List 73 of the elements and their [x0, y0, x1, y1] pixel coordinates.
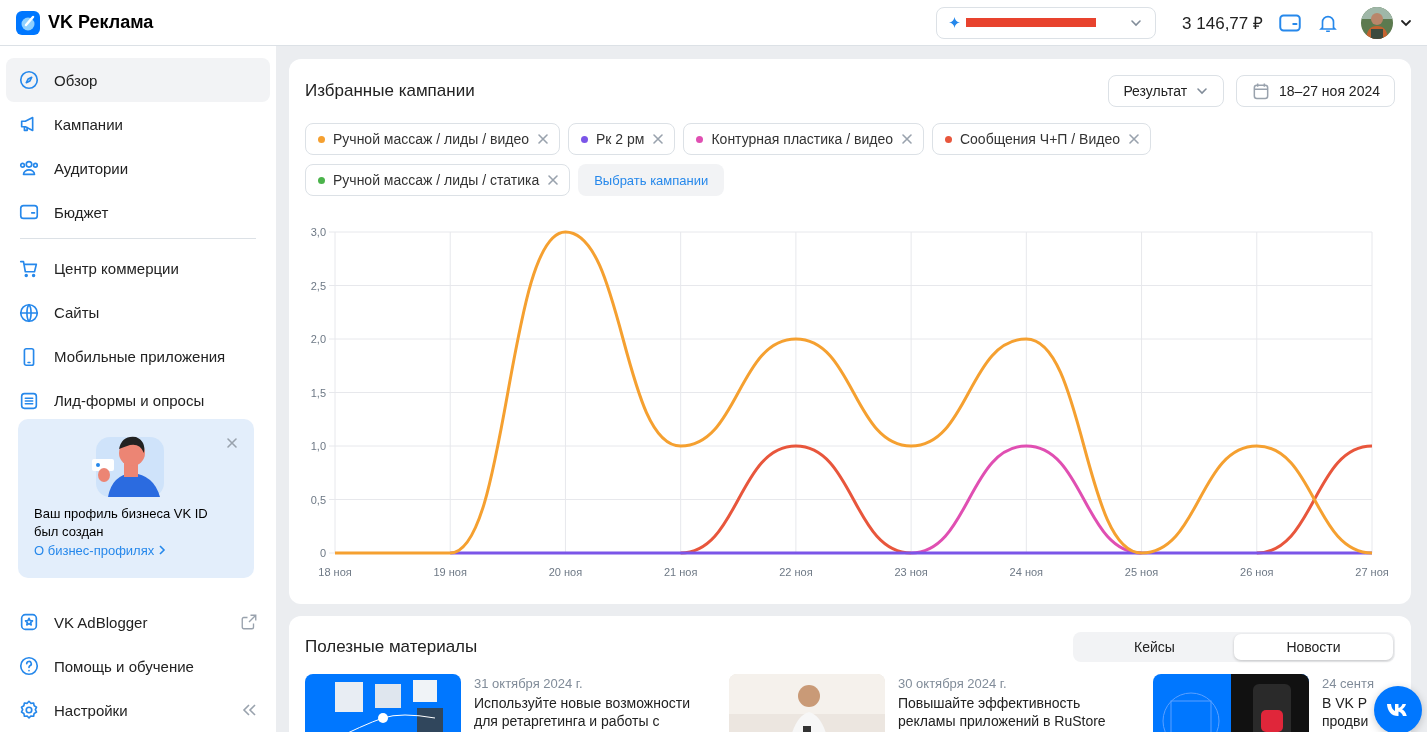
tab[interactable]: Кейсы [1075, 634, 1234, 660]
axis-label: 24 ноя [1009, 566, 1044, 578]
vk-logo-icon [1386, 702, 1410, 718]
chip-label: Сообщения Ч+П / Видео [959, 131, 1120, 147]
card-title: Избранные кампании [305, 81, 476, 101]
article-title[interactable]: Повышайте эффективность рекламы приложений в RuStore [898, 694, 1134, 730]
axis-label: 0,5 [310, 493, 326, 506]
nav-item[interactable]: Обзор [6, 58, 270, 102]
nav-item[interactable]: Настройки [6, 688, 270, 732]
star-badge-icon [18, 611, 40, 633]
campaign-chip[interactable]: Ручной массаж / лиды / видео [305, 123, 560, 155]
nav-item[interactable]: Кампании [6, 102, 270, 146]
campaign-chip[interactable]: Ручной массаж / лиды / статика [305, 164, 571, 196]
nav-item[interactable]: Бюджет [6, 190, 270, 234]
nav-item[interactable]: Аудитории [6, 146, 270, 190]
axis-label: 3,0 [310, 226, 326, 238]
date-range-button[interactable]: 18–27 ноя 2024 [1236, 75, 1395, 107]
chevron-icon [158, 545, 167, 556]
nav-item[interactable]: Сайты [6, 291, 270, 335]
account-selector[interactable] [936, 6, 1157, 39]
axis-label: 19 ноя [433, 566, 467, 578]
nav-item[interactable]: Помощь и обучение [6, 644, 270, 688]
axis-label: 23 ноя [894, 566, 928, 578]
axis-label: 2,5 [310, 279, 326, 292]
axis-label: 1,0 [310, 440, 326, 452]
remove-icon[interactable] [537, 133, 549, 145]
axis-label: 20 ноя [548, 566, 583, 578]
campaign-chip[interactable]: Контурная пластика / видео [683, 123, 924, 155]
chat-button[interactable] [1374, 686, 1422, 732]
promo-text: Ваш профиль бизнеса VK ID был создан [34, 505, 209, 541]
axis-label: 22 ноя [779, 566, 813, 578]
remove-icon[interactable] [900, 133, 913, 145]
compass-icon [18, 69, 40, 91]
axis-label: 1,5 [310, 386, 326, 399]
external-link-icon[interactable] [240, 613, 258, 631]
article-title[interactable]: В VK Р продви [1322, 694, 1378, 730]
chip-label: Ручной массаж / лиды / статика [333, 172, 540, 188]
nav-item[interactable]: Мобильные приложения [6, 335, 270, 379]
axis-label: 25 ноя [1124, 566, 1159, 578]
nav-item[interactable]: Центр коммерции [6, 247, 270, 291]
gear-icon [18, 699, 40, 721]
campaign-chip[interactable]: Сообщения Ч+П / Видео [931, 123, 1151, 155]
remove-icon[interactable] [1127, 133, 1140, 145]
nav-item[interactable]: VK AdBlogger [6, 600, 270, 644]
chip-label: Рк 2 рм [596, 131, 645, 147]
app-title: VK Реклама [48, 12, 154, 33]
nav-item[interactable]: Лид-формы и опросы [6, 379, 270, 412]
axis-label: 0 [319, 547, 326, 559]
article-date: 24 сентя [1322, 676, 1375, 691]
card-title: Полезные материалы [305, 637, 479, 657]
metric-dropdown[interactable]: Результат [1108, 75, 1225, 107]
axis-label: 2,0 [310, 333, 326, 345]
campaign-chip[interactable]: Рк 2 рм [568, 123, 676, 155]
axis-label: 21 ноя [663, 566, 698, 578]
axis-label: 18 ноя [318, 566, 352, 578]
cart-icon [18, 258, 40, 280]
remove-icon[interactable] [547, 174, 560, 186]
axis-label: 26 ноя [1240, 566, 1274, 578]
article-title[interactable]: Используйте новые возможности для ретаргетинга и работы с [474, 694, 710, 730]
article-date: 30 октября 2024 г. [898, 676, 1008, 691]
close-icon[interactable] [226, 437, 238, 449]
balance: 3 146,77 ₽ [1182, 13, 1263, 34]
remove-icon[interactable] [652, 133, 665, 145]
list-icon [18, 390, 40, 412]
tab[interactable]: Новости [1234, 634, 1393, 660]
globe-icon [18, 302, 40, 324]
help-icon [18, 655, 40, 677]
chip-label: Ручной массаж / лиды / видео [333, 131, 529, 147]
article-date: 31 октября 2024 г. [474, 676, 584, 691]
logo-icon [16, 10, 40, 35]
chip-label: Контурная пластика / видео [711, 131, 893, 147]
axis-label: 27 ноя [1355, 566, 1389, 578]
sparkle-icon [949, 17, 961, 28]
